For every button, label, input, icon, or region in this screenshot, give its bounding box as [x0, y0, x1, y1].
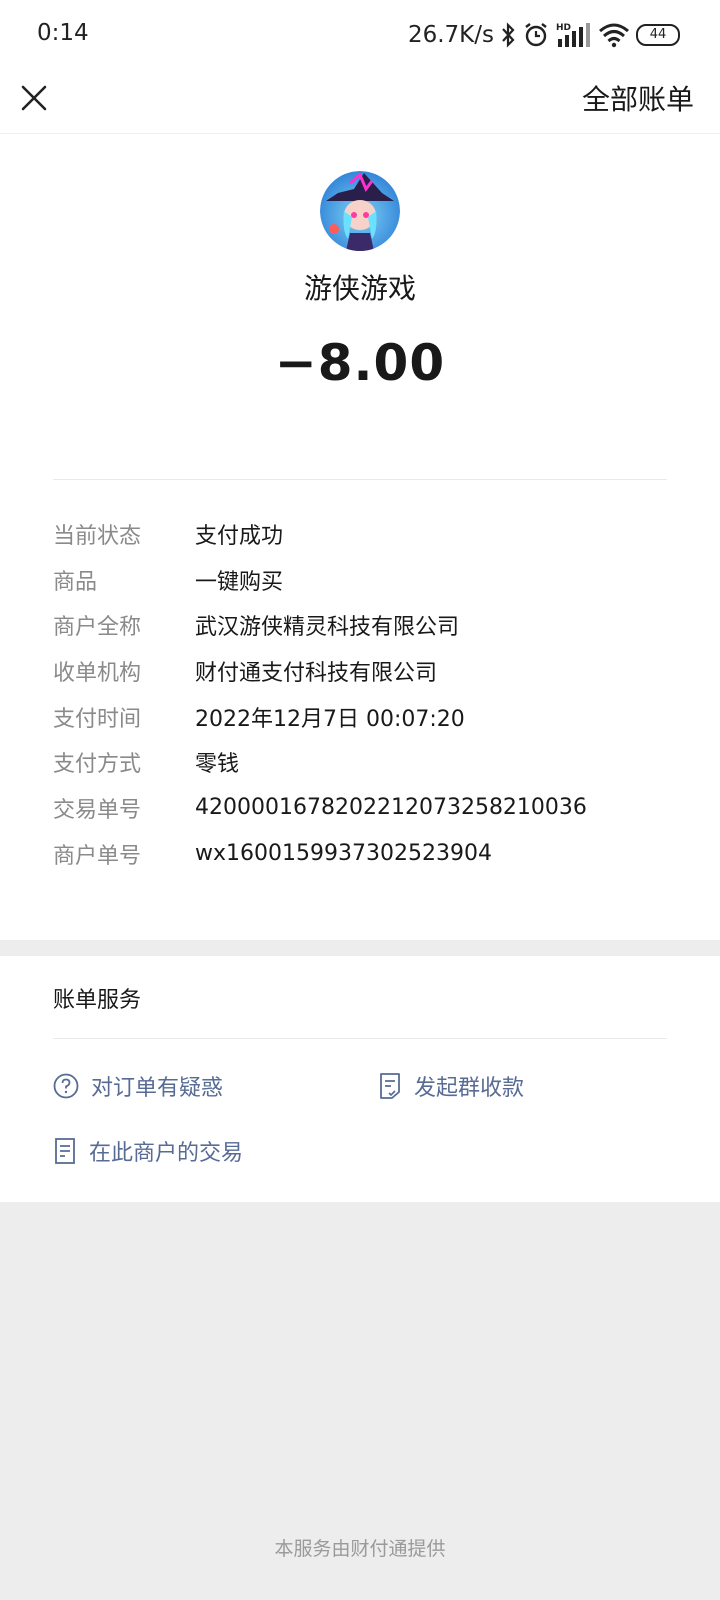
- detail-label: 交易单号: [53, 797, 142, 823]
- close-button[interactable]: [14, 78, 54, 118]
- link-label: 发起群收款: [414, 1076, 525, 1101]
- detail-label: 收单机构: [53, 660, 142, 686]
- detail-row-pay-method: 支付方式 零钱: [53, 739, 673, 785]
- question-circle-icon: [53, 1073, 79, 1099]
- detail-label: 支付方式: [53, 752, 142, 778]
- status-bar: 0:14 26.7K/s HD 44: [0, 0, 720, 70]
- bill-detail-card: 游侠游戏 −8.00 当前状态 支付成功 商品 一键购买 商户全称 武汉游侠精灵科技有…: [0, 134, 720, 940]
- status-icons: 26.7K/s HD 44: [408, 18, 680, 52]
- merchant-transactions-link[interactable]: 在此商户的交易: [53, 1135, 243, 1167]
- divider: [53, 1038, 667, 1039]
- close-icon: [21, 85, 47, 111]
- divider: [53, 479, 667, 480]
- payment-amount: −8.00: [274, 334, 446, 392]
- detail-label: 支付时间: [53, 706, 142, 732]
- detail-row-status: 当前状态 支付成功: [53, 511, 673, 557]
- detail-value: wx1600159937302523904: [195, 841, 492, 867]
- group-collect-link[interactable]: 发起群收款: [378, 1070, 524, 1102]
- all-bills-link[interactable]: 全部账单: [582, 78, 694, 118]
- link-label: 在此商户的交易: [89, 1141, 244, 1166]
- detail-list: 当前状态 支付成功 商品 一键购买 商户全称 武汉游侠精灵科技有限公司 收单机构 财付通…: [53, 511, 673, 877]
- hd-signal-icon: HD: [556, 21, 592, 49]
- net-speed: 26.7K/s: [407, 22, 494, 48]
- order-question-link[interactable]: 对订单有疑惑: [53, 1070, 223, 1102]
- services-title: 账单服务: [53, 988, 142, 1013]
- svg-text:HD: HD: [556, 23, 571, 33]
- battery-icon: 44: [636, 24, 680, 46]
- detail-label: 商户单号: [53, 843, 142, 869]
- detail-value: 财付通支付科技有限公司: [195, 660, 438, 686]
- bill-services-section: 账单服务 对订单有疑惑 发起群收款 在此商户的交易: [0, 956, 720, 1202]
- top-bar: 全部账单: [0, 70, 720, 134]
- merchant-name: 游侠游戏: [303, 272, 416, 305]
- bluetooth-icon: [500, 22, 516, 48]
- footer-provider-text: 本服务由财付通提供: [274, 1538, 446, 1560]
- detail-row-transaction-id: 交易单号 4200001678202212073258210036: [53, 785, 673, 831]
- group-collect-icon: [380, 1073, 400, 1099]
- alarm-icon: [522, 21, 550, 49]
- detail-value: 零钱: [195, 752, 240, 778]
- detail-row-pay-time: 支付时间 2022年12月7日 00:07:20: [53, 694, 673, 740]
- detail-label: 当前状态: [53, 523, 142, 549]
- detail-row-product: 商品 一键购买: [53, 557, 673, 603]
- detail-label: 商品: [53, 569, 98, 595]
- detail-row-merchant-full-name: 商户全称 武汉游侠精灵科技有限公司: [53, 602, 673, 648]
- status-time: 0:14: [37, 20, 89, 46]
- wifi-icon: [598, 22, 630, 48]
- detail-row-merchant-order-id: 商户单号 wx1600159937302523904: [53, 831, 673, 877]
- link-label: 对订单有疑惑: [91, 1076, 224, 1101]
- detail-label: 商户全称: [53, 615, 142, 641]
- detail-value: 支付成功: [195, 523, 284, 549]
- detail-value: 一键购买: [195, 569, 284, 595]
- detail-value: 2022年12月7日 00:07:20: [195, 706, 465, 732]
- detail-value: 4200001678202212073258210036: [195, 795, 587, 821]
- document-icon: [55, 1138, 75, 1164]
- detail-row-acquirer: 收单机构 财付通支付科技有限公司: [53, 648, 673, 694]
- detail-value: 武汉游侠精灵科技有限公司: [195, 615, 460, 641]
- merchant-avatar: [320, 171, 400, 251]
